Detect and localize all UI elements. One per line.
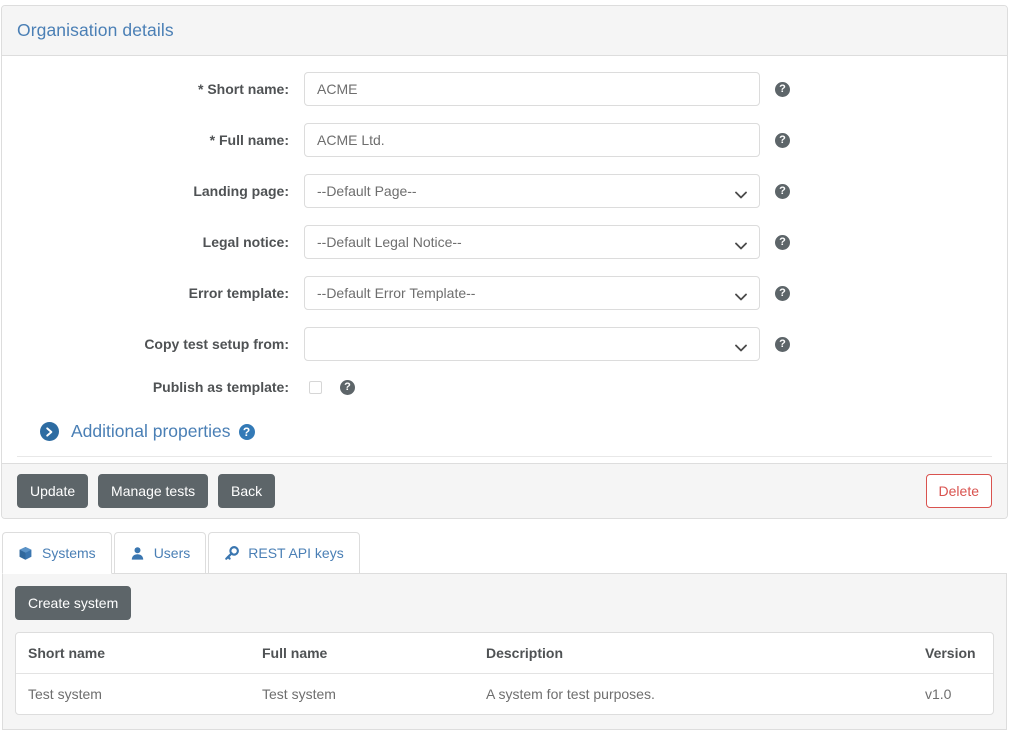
panel-body: * Short name: ? * Full name: ? Landing p… [2, 56, 1007, 463]
help-icon-landing-page[interactable]: ? [775, 183, 790, 199]
tab-bar: Systems Users REST API keys [2, 531, 1007, 574]
tab-systems[interactable]: Systems [2, 532, 112, 574]
table-row[interactable]: Test system Test system A system for tes… [16, 674, 993, 715]
legal-notice-select[interactable] [304, 225, 760, 259]
user-icon [130, 545, 146, 561]
help-icon-additional-properties[interactable]: ? [238, 423, 255, 440]
create-system-button[interactable]: Create system [15, 586, 132, 620]
delete-button[interactable]: Delete [925, 474, 992, 508]
tab-users-label: Users [153, 545, 191, 561]
key-icon [224, 545, 240, 561]
tab-systems-label: Systems [42, 545, 96, 561]
tab-rest-api-keys-label: REST API keys [248, 545, 344, 561]
form-row-copy-test-setup-from: Copy test setup from: ? [17, 327, 992, 361]
form-row-full-name: * Full name: ? [17, 123, 992, 157]
control-copy-test-setup-from: ? [304, 327, 790, 361]
control-legal-notice: ? [304, 225, 790, 259]
cell-version: v1.0 [925, 686, 952, 702]
label-publish-as-template: Publish as template: [152, 379, 289, 395]
form-row-publish-as-template: Publish as template: ? [17, 378, 992, 396]
column-header-full-name[interactable]: Full name [250, 633, 474, 674]
short-name-input[interactable] [304, 72, 760, 106]
label-error-template: Error template: [188, 285, 289, 301]
cell-short-name: Test system [28, 686, 102, 702]
full-name-input[interactable] [304, 123, 760, 157]
footer-actions: Update Manage tests Back [17, 474, 276, 508]
form-row-error-template: Error template: ? [17, 276, 992, 310]
control-error-template: ? [304, 276, 790, 310]
form-row-legal-notice: Legal notice: ? [17, 225, 992, 259]
organisation-details-panel: Organisation details * Short name: ? * F… [1, 5, 1008, 519]
control-landing-page: ? [304, 174, 790, 208]
help-icon-legal-notice[interactable]: ? [775, 234, 790, 250]
form-row-short-name: * Short name: ? [17, 72, 992, 106]
page-title: Organisation details [17, 20, 174, 40]
tabs-container: Systems Users REST API keys Create syste… [1, 531, 1008, 730]
cell-full-name: Test system [262, 686, 336, 702]
manage-tests-button[interactable]: Manage tests [98, 474, 209, 508]
label-full-name: * Full name: [209, 132, 289, 148]
table-header-row: Short name Full name Description Version [16, 633, 993, 674]
help-icon-full-name[interactable]: ? [775, 132, 790, 148]
column-header-description[interactable]: Description [474, 633, 913, 674]
panel-heading: Organisation details [2, 6, 1007, 56]
label-copy-test-setup-from: Copy test setup from: [144, 336, 289, 352]
cell-description: A system for test purposes. [486, 686, 655, 702]
control-full-name: ? [304, 123, 790, 157]
organisation-details-page: Organisation details * Short name: ? * F… [0, 0, 1009, 739]
systems-table-head: Short name Full name Description Version [16, 633, 993, 674]
help-icon-publish-as-template[interactable]: ? [340, 379, 355, 395]
tab-rest-api-keys[interactable]: REST API keys [208, 532, 360, 574]
control-short-name: ? [304, 72, 790, 106]
additional-properties-section[interactable]: Additional properties ? [17, 413, 992, 457]
additional-properties-label[interactable]: Additional properties [71, 421, 231, 442]
label-short-name: * Short name: [197, 81, 289, 97]
error-template-select[interactable] [304, 276, 760, 310]
landing-page-select-wrap [304, 174, 760, 208]
systems-table-body: Test system Test system A system for tes… [16, 674, 993, 715]
copy-test-setup-select-wrap [304, 327, 760, 361]
tab-users[interactable]: Users [113, 532, 207, 574]
column-header-version[interactable]: Version [913, 633, 993, 674]
systems-tab-panel: Create system Short name Full name Descr… [2, 574, 1007, 730]
landing-page-select[interactable] [304, 174, 760, 208]
systems-table: Short name Full name Description Version… [16, 633, 993, 714]
column-header-short-name[interactable]: Short name [16, 633, 250, 674]
error-template-select-wrap [304, 276, 760, 310]
help-icon-error-template[interactable]: ? [775, 285, 790, 301]
chevron-right-circle-icon[interactable] [40, 422, 59, 441]
copy-test-setup-from-select[interactable] [304, 327, 760, 361]
cube-icon [18, 545, 34, 561]
update-button[interactable]: Update [17, 474, 89, 508]
help-icon-copy-test-setup-from[interactable]: ? [775, 336, 790, 352]
label-legal-notice: Legal notice: [202, 234, 289, 250]
label-landing-page: Landing page: [193, 183, 289, 199]
publish-as-template-checkbox[interactable] [309, 380, 322, 394]
legal-notice-select-wrap [304, 225, 760, 259]
control-publish-as-template: ? [304, 379, 355, 395]
panel-footer: Update Manage tests Back Delete [2, 463, 1007, 518]
help-icon-short-name[interactable]: ? [775, 81, 790, 97]
form-row-landing-page: Landing page: ? [17, 174, 992, 208]
back-button[interactable]: Back [218, 474, 276, 508]
systems-table-card: Short name Full name Description Version… [15, 632, 994, 715]
